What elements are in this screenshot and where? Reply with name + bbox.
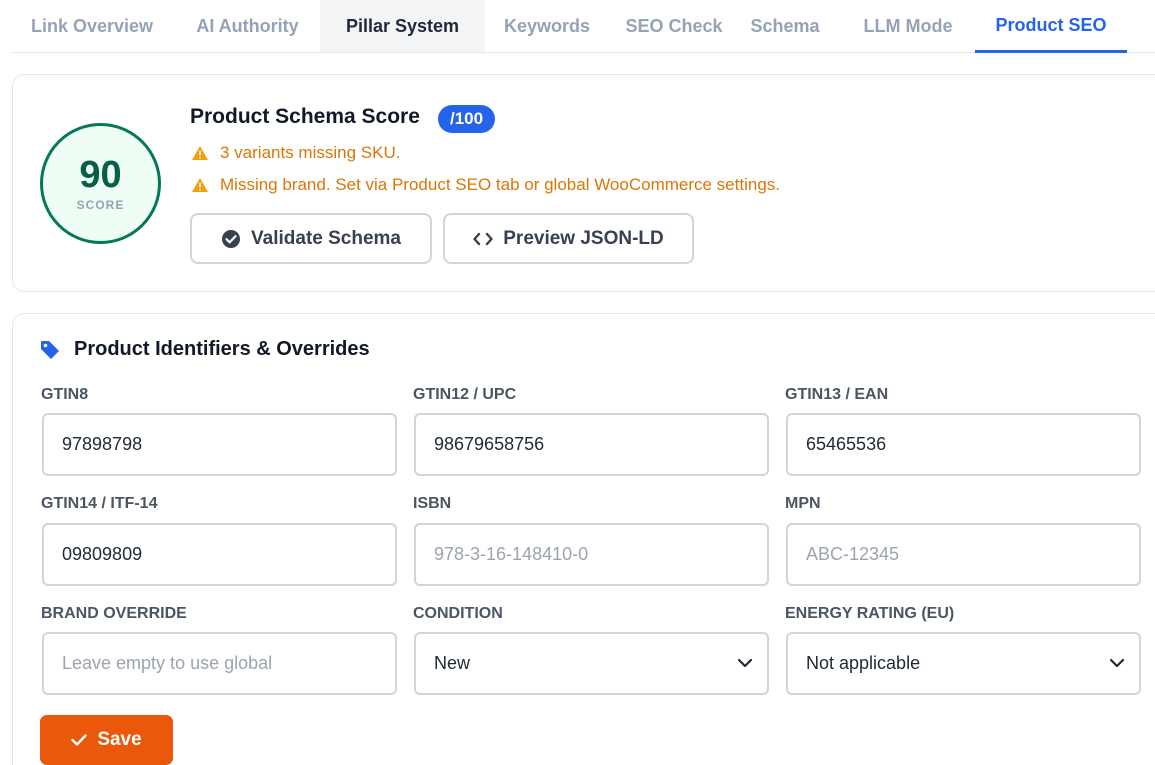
warning-missing-brand: Missing brand. Set via Product SEO tab o… [192,175,780,195]
warning-missing-sku: 3 variants missing SKU. [192,143,400,163]
preview-json-ld-button[interactable]: Preview JSON-LD [443,213,694,264]
warning-icon [192,146,208,160]
validate-schema-button[interactable]: Validate Schema [190,213,432,264]
gtin8-label: GTIN8 [41,386,89,403]
check-circle-icon [222,229,241,248]
mpn-label: MPN [785,495,821,512]
brand-override-label: BRAND OVERRIDE [41,605,187,622]
gtin13-input[interactable] [786,413,1141,476]
condition-value: New [434,653,471,673]
tag-icon [41,340,59,359]
chevron-down-icon [737,658,753,668]
gtin12-input[interactable] [414,413,769,476]
warning-text: 3 variants missing SKU. [220,143,401,162]
tab-keywords[interactable]: Keywords [485,0,609,52]
energy-rating-value: Not applicable [806,653,921,673]
gtin12-label: GTIN12 / UPC [413,386,517,403]
isbn-input[interactable] [414,523,769,586]
energy-rating-label: ENERGY RATING (EU) [785,605,955,622]
tab-bar: Link Overview AI Authority Pillar System… [12,0,1155,53]
save-label: Save [97,729,142,750]
brand-override-input[interactable] [42,632,397,695]
gtin14-input[interactable] [42,523,397,586]
score-badge: /100 [438,105,496,133]
gtin8-input[interactable] [42,413,397,476]
identifiers-title-text: Product Identifiers & Overrides [74,338,370,360]
identifiers-section-title: Product Identifiers & Overrides [40,338,370,361]
validate-schema-label: Validate Schema [251,227,401,249]
save-button[interactable]: Save [40,715,173,765]
score-title: Product Schema Score [190,105,420,128]
tab-llm-mode[interactable]: LLM Mode [850,0,966,52]
tab-ai-authority[interactable]: AI Authority [175,0,320,52]
gtin14-label: GTIN14 / ITF-14 [41,495,158,512]
gtin13-label: GTIN13 / EAN [785,386,889,403]
tab-schema[interactable]: Schema [739,0,831,52]
preview-json-ld-label: Preview JSON-LD [503,227,664,249]
check-icon [71,734,88,746]
chevron-down-icon [1109,658,1125,668]
isbn-label: ISBN [413,495,452,512]
condition-label: CONDITION [413,605,503,622]
condition-select[interactable]: New [414,632,769,695]
mpn-input[interactable] [786,523,1141,586]
tab-pillar-system[interactable]: Pillar System [320,0,485,52]
energy-rating-select[interactable]: Not applicable [786,632,1141,695]
tab-seo-check[interactable]: SEO Check [609,0,739,52]
code-icon [473,232,493,245]
score-value: 90 [79,153,122,196]
warning-icon [192,178,208,192]
warning-text: Missing brand. Set via Product SEO tab o… [220,175,780,194]
score-circle: 90 SCORE [40,123,161,244]
tab-product-seo[interactable]: Product SEO [975,0,1127,53]
score-label: SCORE [76,197,125,212]
tab-link-overview[interactable]: Link Overview [12,0,172,52]
